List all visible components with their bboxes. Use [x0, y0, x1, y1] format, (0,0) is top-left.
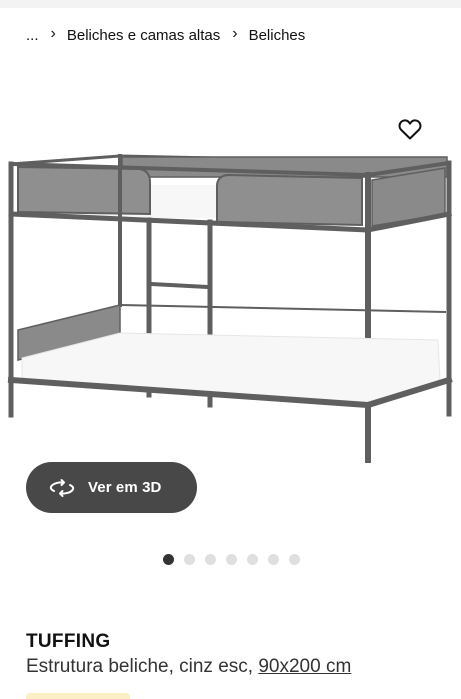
- carousel-dot-2[interactable]: [184, 553, 195, 565]
- carousel-dot-5[interactable]: [247, 553, 258, 565]
- breadcrumb-item-bunk-and-loft-beds[interactable]: Beliches e camas altas: [67, 27, 220, 44]
- rotate-3d-icon: [49, 478, 75, 497]
- carousel-dot-7[interactable]: [289, 553, 300, 565]
- carousel-indicator: [163, 553, 300, 565]
- carousel-dot-6[interactable]: [268, 553, 279, 565]
- favorite-button[interactable]: [396, 116, 424, 142]
- product-image: [7, 154, 453, 463]
- breadcrumb: ... › Beliches e camas altas › Beliches: [26, 24, 305, 46]
- carousel-dot-3[interactable]: [205, 553, 216, 565]
- chevron-right-icon: ›: [50, 25, 56, 42]
- heart-outline-icon: [398, 119, 422, 140]
- carousel-dot-4[interactable]: [226, 553, 237, 565]
- bottom-peek-element: [26, 693, 130, 699]
- breadcrumb-ellipsis[interactable]: ...: [26, 27, 39, 44]
- product-description-text: Estrutura beliche, cinz esc,: [26, 656, 259, 677]
- size-link[interactable]: 90x200 cm: [258, 656, 351, 677]
- breadcrumb-item-bunk-beds[interactable]: Beliches: [249, 27, 306, 44]
- bunk-bed-frame: [7, 154, 453, 463]
- chevron-right-icon: ›: [232, 25, 238, 42]
- product-name: TUFFING: [26, 631, 111, 652]
- view-in-3d-button[interactable]: Ver em 3D: [26, 462, 197, 513]
- view-in-3d-label: Ver em 3D: [88, 479, 162, 496]
- product-description: Estrutura beliche, cinz esc, 90x200 cm: [26, 656, 351, 678]
- carousel-dot-1[interactable]: [163, 553, 174, 565]
- top-strip: [0, 0, 461, 8]
